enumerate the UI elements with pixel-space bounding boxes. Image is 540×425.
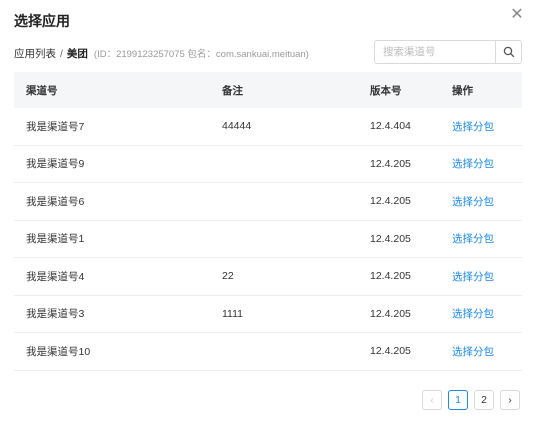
- prev-page-button[interactable]: ‹: [422, 390, 442, 410]
- header-action: 操作: [452, 84, 473, 97]
- cell-version: 12.4.205: [370, 195, 411, 208]
- select-package-link[interactable]: 选择分包: [452, 308, 494, 320]
- table-header: 渠道号 备注 版本号 操作: [14, 72, 522, 108]
- table-row: 我是渠道号10 12.4.205 选择分包: [14, 333, 522, 371]
- cell-channel: 我是渠道号4: [26, 270, 85, 283]
- breadcrumb: 应用列表 / 美团 (ID：2199123257075 包名：com.sankuai.…: [14, 46, 309, 61]
- dialog-title: 选择应用: [14, 13, 70, 29]
- table-row: 我是渠道号1 12.4.205 选择分包: [14, 221, 522, 258]
- pagination: ‹ 1 2 ›: [422, 390, 520, 410]
- page-2-button[interactable]: 2: [474, 390, 494, 410]
- cell-version: 12.4.205: [370, 345, 411, 358]
- cell-channel: 我是渠道号3: [26, 308, 85, 321]
- app-meta: (ID：2199123257075 包名：com.sankuai.meituan…: [93, 49, 309, 60]
- select-package-link[interactable]: 选择分包: [452, 158, 494, 170]
- cell-channel: 我是渠道号10: [26, 345, 91, 358]
- cell-channel: 我是渠道号7: [26, 120, 85, 133]
- cell-version: 12.4.205: [370, 157, 411, 170]
- next-page-button[interactable]: ›: [500, 390, 520, 410]
- cell-version: 12.4.404: [370, 120, 411, 133]
- table-row: 我是渠道号9 12.4.205 选择分包: [14, 146, 522, 183]
- search-icon[interactable]: [495, 41, 521, 63]
- search-box: [374, 40, 522, 64]
- cell-version: 12.4.205: [370, 270, 411, 283]
- cell-channel: 我是渠道号1: [26, 233, 85, 246]
- table-row: 我是渠道号6 12.4.205 选择分包: [14, 183, 522, 221]
- cell-version: 12.4.205: [370, 307, 411, 320]
- select-app-dialog: 选择应用 ✕ 应用列表 / 美团 (ID：2199123257075 包名：com.s…: [0, 0, 540, 425]
- cell-note: 1111: [222, 307, 244, 320]
- cell-note: 44444: [222, 120, 252, 133]
- channel-table: 渠道号 备注 版本号 操作 我是渠道号7 44444 12.4.404 选择分包…: [14, 72, 522, 371]
- header-channel: 渠道号: [26, 84, 58, 97]
- select-package-link[interactable]: 选择分包: [452, 346, 494, 358]
- header-note: 备注: [222, 84, 243, 97]
- breadcrumb-current: 美团: [66, 48, 88, 60]
- select-package-link[interactable]: 选择分包: [452, 121, 494, 133]
- select-package-link[interactable]: 选择分包: [452, 196, 494, 208]
- table-row: 我是渠道号4 22 12.4.205 选择分包: [14, 258, 522, 296]
- breadcrumb-root[interactable]: 应用列表: [14, 48, 56, 60]
- select-package-link[interactable]: 选择分包: [452, 271, 494, 283]
- page-1-button[interactable]: 1: [448, 390, 468, 410]
- table-row: 我是渠道号7 44444 12.4.404 选择分包: [14, 108, 522, 146]
- close-icon[interactable]: ✕: [508, 6, 526, 24]
- table-row: 我是渠道号3 1111 12.4.205 选择分包: [14, 296, 522, 333]
- cell-channel: 我是渠道号6: [26, 195, 85, 208]
- search-input[interactable]: [375, 41, 495, 63]
- cell-note: 22: [222, 270, 234, 283]
- select-package-link[interactable]: 选择分包: [452, 233, 494, 245]
- header-version: 版本号: [370, 84, 402, 97]
- breadcrumb-separator: /: [60, 48, 63, 60]
- cell-channel: 我是渠道号9: [26, 158, 85, 171]
- cell-version: 12.4.205: [370, 232, 411, 245]
